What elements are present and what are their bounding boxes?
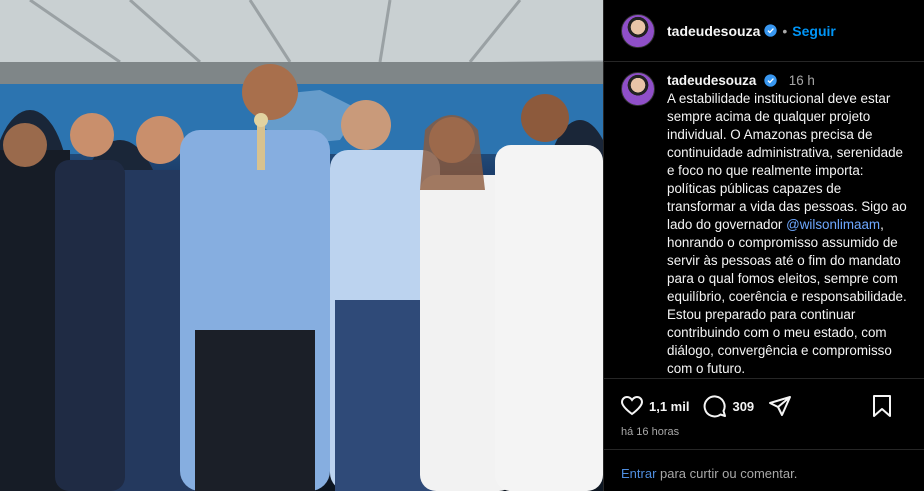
header-username[interactable]: tadeudesouza	[667, 23, 760, 39]
login-link[interactable]: Entrar	[621, 466, 656, 481]
save-action[interactable]	[871, 394, 898, 418]
avatar[interactable]	[621, 13, 655, 48]
separator-dot: •	[782, 22, 788, 39]
post-time[interactable]: 16 h	[789, 73, 815, 88]
login-text: para curtir ou comentar.	[656, 466, 798, 481]
photo-illustration	[0, 0, 603, 491]
bookmark-icon[interactable]	[871, 394, 893, 418]
action-bar: 1,1 mil 309	[620, 393, 912, 419]
caption-username[interactable]: tadeudesouza	[667, 73, 756, 88]
caption-text: A estabilidade institucional deve estar …	[667, 91, 907, 232]
divider	[604, 449, 924, 450]
comment-icon[interactable]	[703, 394, 727, 418]
like-action[interactable]: 1,1 mil	[620, 394, 689, 418]
caption-body: A estabilidade institucional deve estar …	[667, 90, 913, 378]
comments-count[interactable]: 309	[732, 399, 754, 414]
follow-button[interactable]: Seguir	[792, 23, 836, 39]
comment-action[interactable]: 309	[703, 394, 754, 418]
login-prompt: Entrar para curtir ou comentar.	[621, 466, 797, 481]
caption: tadeudesouza 16 h A estabilidade institu…	[621, 72, 913, 378]
heart-icon[interactable]	[620, 394, 644, 418]
posted-ago[interactable]: há 16 horas	[621, 426, 679, 438]
verified-badge-icon	[764, 74, 777, 87]
post-photo[interactable]	[0, 0, 603, 491]
post-side-panel: tadeudesouza • Seguir tadeudesouza 16 h …	[603, 0, 924, 491]
likes-count[interactable]: 1,1 mil	[649, 399, 689, 414]
divider	[604, 378, 924, 379]
verified-badge-icon	[764, 24, 778, 37]
mention-link[interactable]: @wilsonlimaam	[786, 217, 880, 232]
caption-text-end: , honrando o compromisso assumido de ser…	[667, 217, 907, 376]
share-icon[interactable]	[768, 394, 792, 418]
share-action[interactable]	[768, 394, 797, 418]
post-header: tadeudesouza • Seguir	[604, 0, 924, 62]
caption-avatar[interactable]	[621, 72, 655, 106]
